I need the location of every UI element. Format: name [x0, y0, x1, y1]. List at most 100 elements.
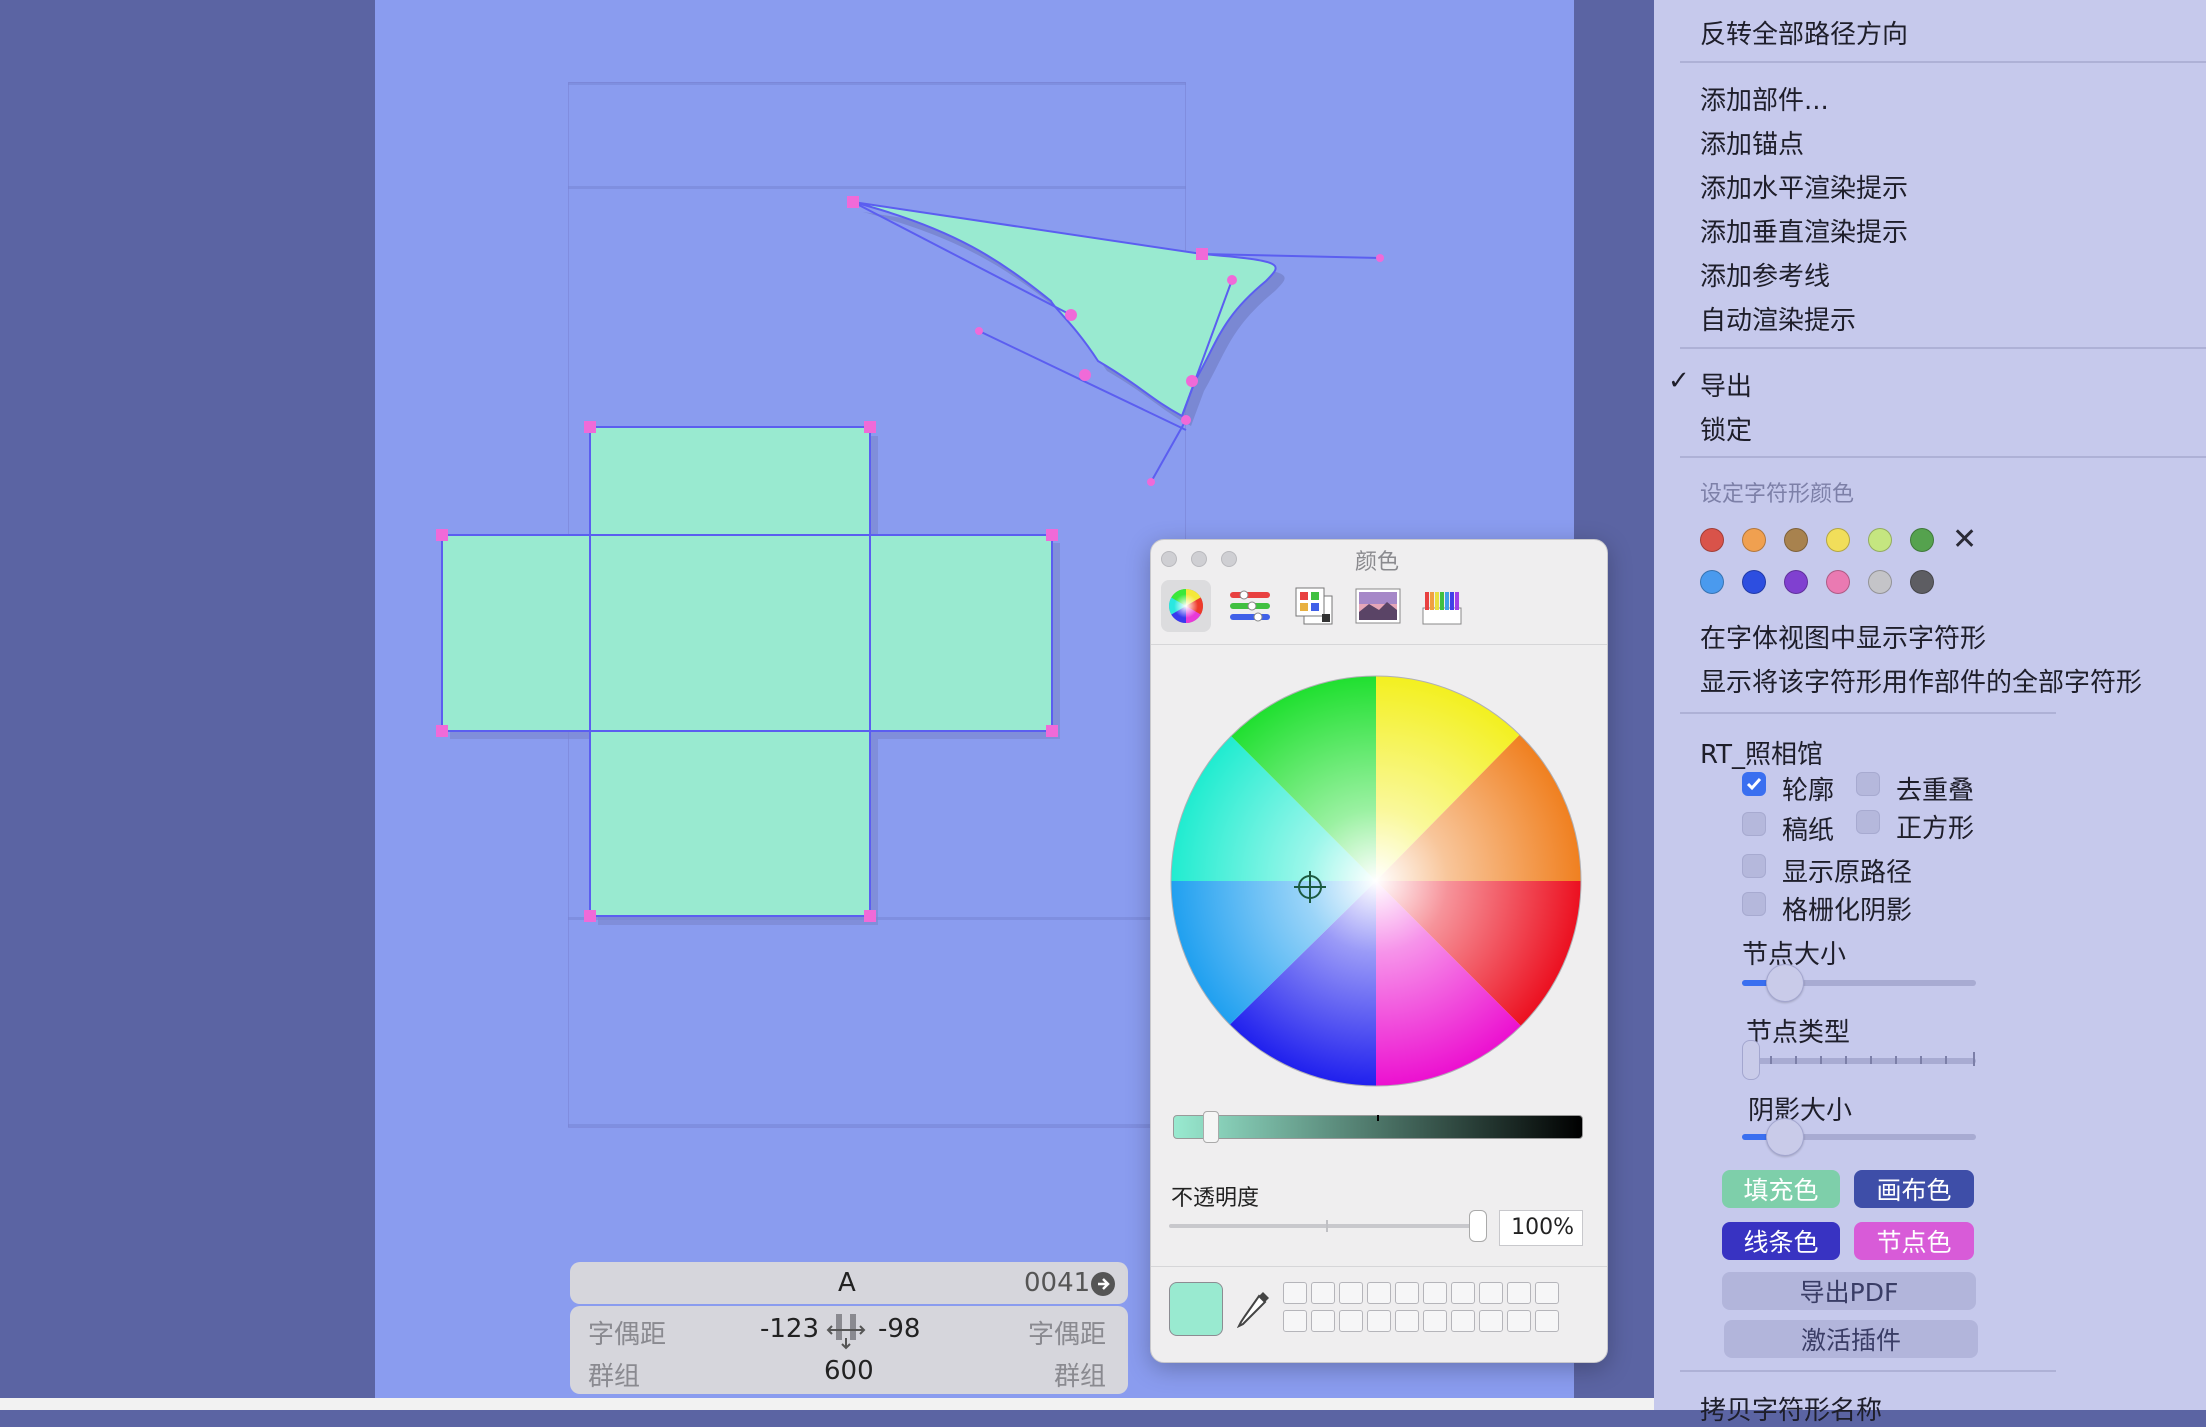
menu-item-export[interactable]: 导出	[1700, 366, 1752, 403]
menu-separator	[1680, 712, 2056, 714]
right-kerning-label: 字偶距	[1028, 1320, 1107, 1350]
context-menu[interactable]: 反转全部路径方向 添加部件... 添加锚点 添加水平渲染提示 添加垂直渲染提示 …	[1654, 0, 2206, 1426]
swatch-well[interactable]	[1311, 1282, 1335, 1304]
swatch-well[interactable]	[1451, 1282, 1475, 1304]
checkbox-raster-shadow-label: 格栅化阴影	[1782, 896, 1913, 926]
swatch-well[interactable]	[1367, 1282, 1391, 1304]
activate-plugin-button[interactable]: 激活插件	[1724, 1320, 1978, 1358]
line-color-button[interactable]: 线条色	[1722, 1222, 1840, 1260]
canvas-color-label: 画布色	[1876, 1176, 1952, 1205]
menu-item-show-components-usage[interactable]: 显示将该字符形用作部件的全部字符形	[1700, 662, 2142, 699]
advance-width-value[interactable]: 600	[824, 1356, 874, 1386]
export-pdf-label: 导出PDF	[1799, 1278, 1899, 1307]
swatch-well[interactable]	[1339, 1282, 1363, 1304]
slider-node-type-ticks	[1745, 1052, 1975, 1066]
left-group-label: 群组	[588, 1362, 641, 1392]
menu-item-add-anchor[interactable]: 添加锚点	[1700, 124, 1804, 161]
right-kerning-value[interactable]: -98	[878, 1314, 920, 1344]
color-swatch-light-green[interactable]	[1868, 528, 1892, 552]
zoom-window-button[interactable]	[1221, 551, 1237, 567]
swatch-well[interactable]	[1507, 1310, 1531, 1332]
menu-separator	[1680, 347, 2206, 349]
slider-node-type-knob[interactable]	[1742, 1040, 1760, 1080]
menu-item-lock[interactable]: 锁定	[1700, 410, 1752, 447]
color-wheel[interactable]	[1169, 674, 1583, 1088]
swatch-well[interactable]	[1535, 1282, 1559, 1304]
minimize-window-button[interactable]	[1191, 551, 1207, 567]
swatch-well[interactable]	[1423, 1282, 1447, 1304]
glyph-metrics-bar: 字偶距 -123 -98 字偶距 群组 600 群组	[570, 1306, 1128, 1394]
right-group-label: 群组	[1054, 1362, 1107, 1392]
swatch-well[interactable]	[1367, 1310, 1391, 1332]
left-kerning-value[interactable]: -123	[760, 1314, 819, 1344]
menu-separator	[1680, 456, 2206, 458]
color-swatch-red[interactable]	[1700, 528, 1724, 552]
close-window-button[interactable]	[1161, 551, 1177, 567]
pencils-tab[interactable]	[1417, 580, 1467, 632]
checkbox-remove-overlap[interactable]	[1856, 772, 1880, 796]
color-swatch-orange[interactable]	[1742, 528, 1766, 552]
glyph-name[interactable]: A	[838, 1268, 856, 1298]
canvas-color-button[interactable]: 画布色	[1854, 1170, 1974, 1208]
node-color-button[interactable]: 节点色	[1854, 1222, 1974, 1260]
checkbox-raster-shadow[interactable]	[1742, 892, 1766, 916]
checkbox-draft[interactable]	[1742, 812, 1766, 836]
clear-color-icon[interactable]: ✕	[1952, 522, 1977, 557]
color-swatch-yellow[interactable]	[1826, 528, 1850, 552]
swatch-well[interactable]	[1395, 1310, 1419, 1332]
checkbox-show-original-path[interactable]	[1742, 854, 1766, 878]
image-palettes-tab[interactable]	[1353, 580, 1403, 632]
current-color-well[interactable]	[1169, 1282, 1223, 1336]
eyedropper-icon[interactable]	[1237, 1288, 1273, 1328]
glyph-color-header: 设定字符形颜色	[1700, 482, 1855, 507]
opacity-knob[interactable]	[1469, 1210, 1487, 1242]
color-swatch-magenta[interactable]	[1826, 570, 1850, 594]
color-swatch-brown[interactable]	[1784, 528, 1808, 552]
swatch-well[interactable]	[1479, 1282, 1503, 1304]
color-swatch-green[interactable]	[1910, 528, 1934, 552]
color-swatch-light-blue[interactable]	[1700, 570, 1724, 594]
arrow-right-circle-icon[interactable]	[1090, 1271, 1116, 1297]
menu-item-add-component[interactable]: 添加部件...	[1700, 80, 1829, 117]
swatch-well[interactable]	[1311, 1310, 1335, 1332]
color-wheel-icon	[1169, 589, 1203, 623]
color-wheel-tab[interactable]	[1161, 580, 1211, 632]
swatch-well[interactable]	[1479, 1310, 1503, 1332]
swatch-well[interactable]	[1395, 1282, 1419, 1304]
brightness-knob[interactable]	[1203, 1111, 1219, 1143]
color-palettes-tab[interactable]	[1289, 580, 1339, 632]
glyph-unicode[interactable]: 0041	[1024, 1268, 1090, 1298]
checkbox-square[interactable]	[1856, 810, 1880, 834]
color-swatch-purple[interactable]	[1784, 570, 1808, 594]
menu-item-add-horizontal-hint[interactable]: 添加水平渲染提示	[1700, 168, 1908, 205]
color-swatch-dark-gray[interactable]	[1910, 570, 1934, 594]
opacity-slider-track[interactable]	[1169, 1224, 1479, 1228]
color-swatch-light-gray[interactable]	[1868, 570, 1892, 594]
swatch-well[interactable]	[1535, 1310, 1559, 1332]
opacity-field[interactable]: 100%	[1499, 1210, 1583, 1246]
checkbox-outline[interactable]	[1742, 772, 1766, 796]
swatch-well[interactable]	[1283, 1282, 1307, 1304]
menu-item-add-guide[interactable]: 添加参考线	[1700, 256, 1830, 293]
slider-node-size-knob[interactable]	[1766, 964, 1804, 1002]
swatch-well[interactable]	[1507, 1282, 1531, 1304]
fill-color-button[interactable]: 填充色	[1722, 1170, 1840, 1208]
swatch-well[interactable]	[1423, 1310, 1447, 1332]
swatch-well[interactable]	[1339, 1310, 1363, 1332]
swatch-well[interactable]	[1283, 1310, 1307, 1332]
menu-item-add-vertical-hint[interactable]: 添加垂直渲染提示	[1700, 212, 1908, 249]
activate-plugin-label: 激活插件	[1800, 1326, 1901, 1355]
color-swatch-dark-blue[interactable]	[1742, 570, 1766, 594]
color-sliders-tab[interactable]	[1225, 580, 1275, 632]
color-picker-panel[interactable]: 颜色 不透明度 100%	[1150, 539, 1608, 1363]
width-link-icon[interactable]	[826, 1312, 866, 1350]
menu-item-copy-glyph-name[interactable]: 拷贝字符形名称	[1700, 1390, 1882, 1427]
menu-item-show-in-font-view[interactable]: 在字体视图中显示字符形	[1700, 618, 1986, 655]
menu-item-autohint[interactable]: 自动渲染提示	[1700, 300, 1856, 337]
opacity-tick	[1326, 1220, 1328, 1232]
slider-shadow-size-knob[interactable]	[1766, 1118, 1804, 1156]
swatch-well[interactable]	[1451, 1310, 1475, 1332]
opacity-label: 不透明度	[1171, 1186, 1260, 1211]
menu-item-reverse-paths[interactable]: 反转全部路径方向	[1700, 14, 1908, 51]
export-pdf-button[interactable]: 导出PDF	[1722, 1272, 1976, 1310]
